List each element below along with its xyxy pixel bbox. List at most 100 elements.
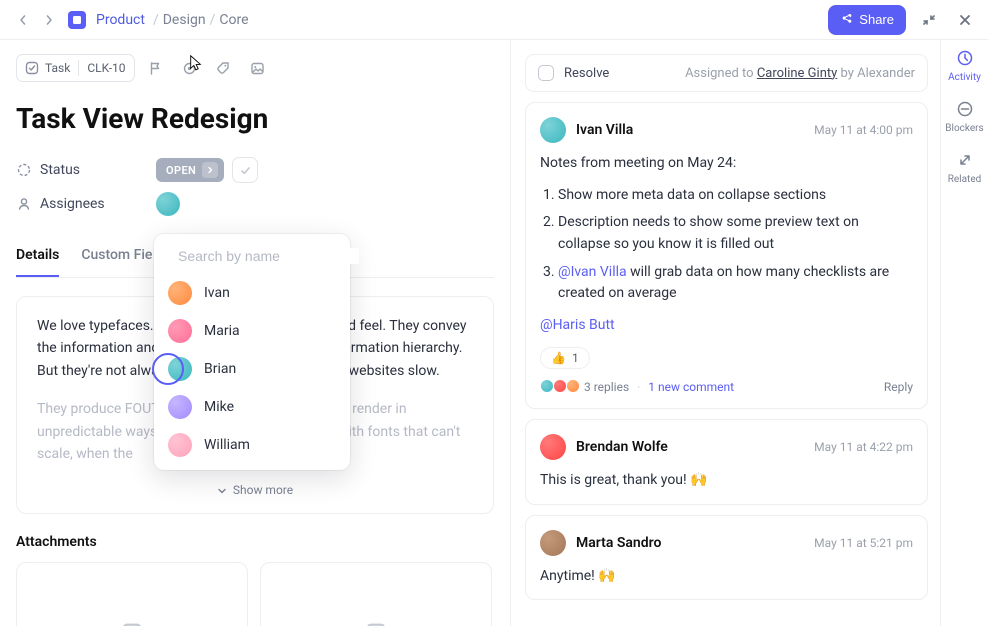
mention-link[interactable]: @Haris Butt [540,317,615,333]
rail-blockers[interactable]: Blockers [945,99,983,134]
assignee-option-label: William [204,437,250,453]
reaction-pill[interactable]: 👍 1 [540,347,590,369]
share-button[interactable]: Share [828,5,906,35]
assignee-option-label: Mike [204,399,234,415]
resolve-bar: Resolve Assigned to Caroline Ginty by Al… [525,54,928,92]
caret-right-icon [202,162,218,178]
assignee-option-label: Brian [204,361,236,377]
status-label: Status [40,162,80,178]
comment-footer: 3 replies · 1 new comment Reply [540,379,913,396]
rail-activity[interactable]: Activity [948,48,981,83]
breadcrumb-product[interactable]: Product [96,12,145,28]
resolve-checkbox[interactable] [538,65,554,81]
avatar [168,433,192,457]
avatar [168,395,192,419]
image-placeholder-icon [365,621,387,626]
activity-panel: Resolve Assigned to Caroline Ginty by Al… [511,40,940,626]
image-placeholder-icon [121,621,143,626]
comment-author[interactable]: Brendan Wolfe [576,439,668,455]
reaction-emoji: 👍 [551,351,566,365]
avatar [168,319,192,343]
list-item: Show more meta data on collapse sections [558,185,913,207]
attachments-row [16,562,494,626]
comment-time: May 11 at 4:22 pm [814,440,913,454]
breadcrumb-core[interactable]: Core [219,12,248,28]
avatar [540,434,566,460]
avatar [540,117,566,143]
reaction-count: 1 [572,351,579,365]
assignee-option-maria[interactable]: Maria [154,312,350,350]
assignee-option-william[interactable]: William [154,426,350,464]
show-more-button[interactable]: Show more [37,481,473,500]
assignee-avatar[interactable] [156,192,180,216]
task-chipbar: Task CLK-10 [16,54,494,82]
activity-icon [955,48,975,68]
rail-label: Activity [948,72,981,83]
list-item: @Ivan Villa will grab data on how many c… [558,262,913,305]
assignee-option-ivan[interactable]: Ivan [154,274,350,312]
task-check-icon [25,61,39,75]
status-icon [16,162,32,178]
assigned-person[interactable]: Caroline Ginty [757,66,837,81]
related-icon [955,150,975,170]
resolve-label[interactable]: Resolve [564,66,609,81]
attachment-card[interactable] [16,562,248,626]
assignee-search-input[interactable] [178,248,359,264]
comment-author[interactable]: Marta Sandro [576,535,661,551]
comment-author[interactable]: Ivan Villa [576,122,633,138]
comment-card: Ivan Villa May 11 at 4:00 pm Notes from … [525,102,928,409]
attachment-card[interactable] [260,562,492,626]
right-rail: Activity Blockers Related [940,40,988,626]
reply-button[interactable]: Reply [884,380,913,394]
comment-body: This is great, thank you! 🙌 [540,470,913,492]
assignee-option-brian[interactable]: Brian [154,350,350,388]
mention-link[interactable]: @Ivan Villa [558,264,627,280]
breadcrumb: Product / Design / Core [68,11,249,29]
tag-icon [216,61,231,76]
task-id: CLK-10 [87,61,125,75]
list-item: Description needs to show some preview t… [558,212,913,255]
share-label: Share [859,12,894,27]
rail-label: Related [948,174,982,185]
blockers-icon [955,99,975,119]
complete-check-button[interactable] [232,157,258,183]
image-icon [250,61,265,76]
assignee-option-mike[interactable]: Mike [154,388,350,426]
mini-avatar [553,379,567,393]
main-panel: Task CLK-10 Task View Redesign Status [0,40,510,626]
nav-back-button[interactable] [10,7,36,33]
status-value: OPEN [166,164,196,177]
nav-forward-button[interactable] [36,7,62,33]
comment-intro: Notes from meeting on May 24: [540,153,913,175]
assigned-prefix: Assigned to [685,66,754,81]
comment-time: May 11 at 5:21 pm [814,536,913,550]
tag-button[interactable] [211,55,237,81]
assigned-by: by Alexander [841,66,915,81]
comment-body: Notes from meeting on May 24: Show more … [540,153,913,337]
comment-body: Anytime! 🙌 [540,566,913,588]
status-pill[interactable]: OPEN [156,158,224,182]
avatar [168,281,192,305]
chevron-down-icon [217,486,227,496]
person-icon [16,196,32,212]
cursor-icon [188,54,206,72]
breadcrumb-design[interactable]: Design [163,12,206,28]
rail-related[interactable]: Related [948,150,982,185]
tab-details[interactable]: Details [16,247,59,277]
replies-count[interactable]: 3 replies [584,380,629,394]
flag-button[interactable] [143,55,169,81]
rail-label: Blockers [945,123,983,134]
close-button[interactable] [952,7,978,33]
collapse-button[interactable] [916,7,942,33]
comment-time: May 11 at 4:00 pm [814,123,913,137]
new-comment-link[interactable]: 1 new comment [648,380,734,394]
avatar [168,357,192,381]
task-type-label: Task [45,61,70,75]
project-icon [68,11,86,29]
task-type-chip[interactable]: Task CLK-10 [16,54,135,82]
task-title[interactable]: Task View Redesign [16,102,494,135]
mini-avatar [540,379,554,393]
image-button[interactable] [245,55,271,81]
tab-custom-fields[interactable]: Custom Fie [81,247,152,277]
mini-avatar [566,379,580,393]
